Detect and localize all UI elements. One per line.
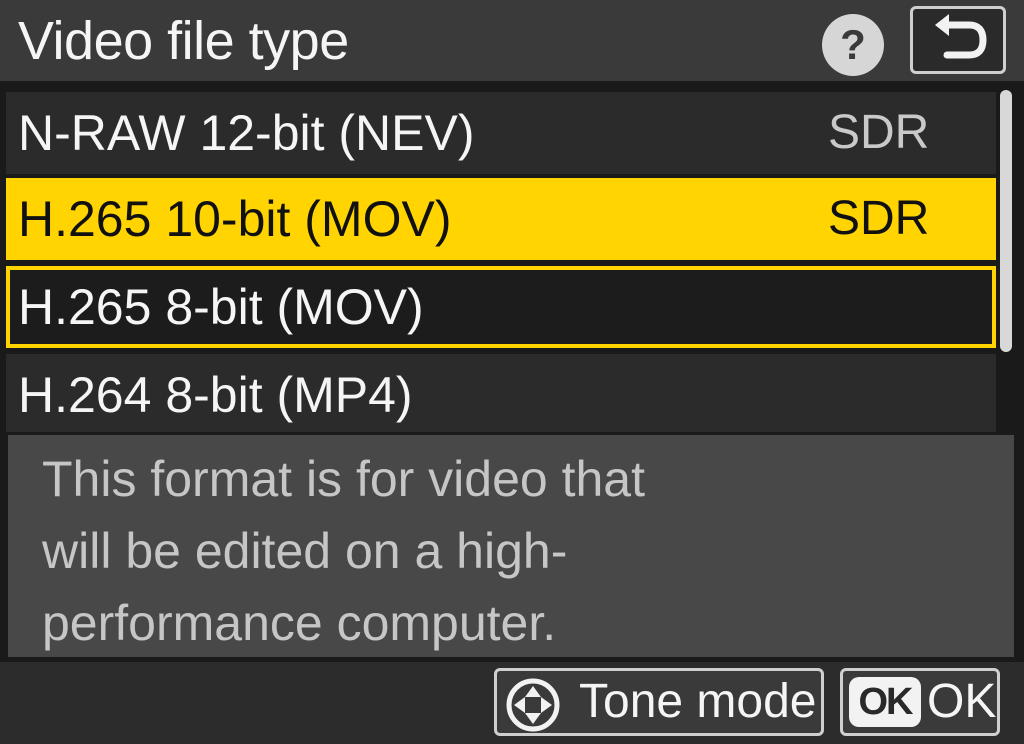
description-text: This format is for video that will be ed…: [42, 443, 742, 659]
scrollbar[interactable]: [1000, 90, 1012, 352]
video-file-type-list: N-RAW 12-bit (NEV) SDR H.265 10-bit (MOV…: [0, 86, 1000, 432]
description-line: This format is for video that: [42, 451, 646, 507]
page-title: Video file type: [18, 11, 349, 71]
return-arrow-icon: [935, 14, 987, 59]
ok-button[interactable]: OK OK: [840, 668, 1000, 736]
option-h264-8bit-mp4[interactable]: H.264 8-bit (MP4): [6, 354, 996, 432]
tone-mode-label: Tone mode: [579, 675, 817, 728]
description-line: performance computer.: [42, 595, 557, 651]
help-button[interactable]: ?: [822, 14, 884, 76]
option-label: N-RAW 12-bit (NEV): [18, 105, 475, 161]
multi-selector-icon: [506, 678, 560, 732]
description-line: will be edited on a high-: [42, 523, 568, 579]
option-label: H.264 8-bit (MP4): [18, 367, 413, 423]
option-label: H.265 10-bit (MOV): [18, 191, 452, 247]
back-button[interactable]: [910, 6, 1006, 74]
menu-header: Video file type ?: [0, 0, 1024, 84]
option-h265-10bit-mov[interactable]: H.265 10-bit (MOV) SDR: [6, 178, 996, 260]
sdr-badge: SDR: [828, 106, 930, 159]
ok-label: OK: [927, 675, 997, 728]
footer-bar: Tone mode OK OK: [0, 662, 1024, 744]
help-description: This format is for video that will be ed…: [8, 435, 1014, 657]
ok-icon: OK: [849, 677, 921, 727]
tone-mode-button[interactable]: Tone mode: [494, 668, 824, 736]
option-label: H.265 8-bit (MOV): [18, 279, 424, 335]
option-h265-8bit-mov[interactable]: H.265 8-bit (MOV): [6, 266, 996, 348]
sdr-badge: SDR: [828, 192, 930, 245]
camera-menu-screen: Video file type ? N-RAW 12-bit (NEV) SDR…: [0, 0, 1024, 744]
option-nraw-12bit-nev[interactable]: N-RAW 12-bit (NEV) SDR: [6, 92, 996, 174]
